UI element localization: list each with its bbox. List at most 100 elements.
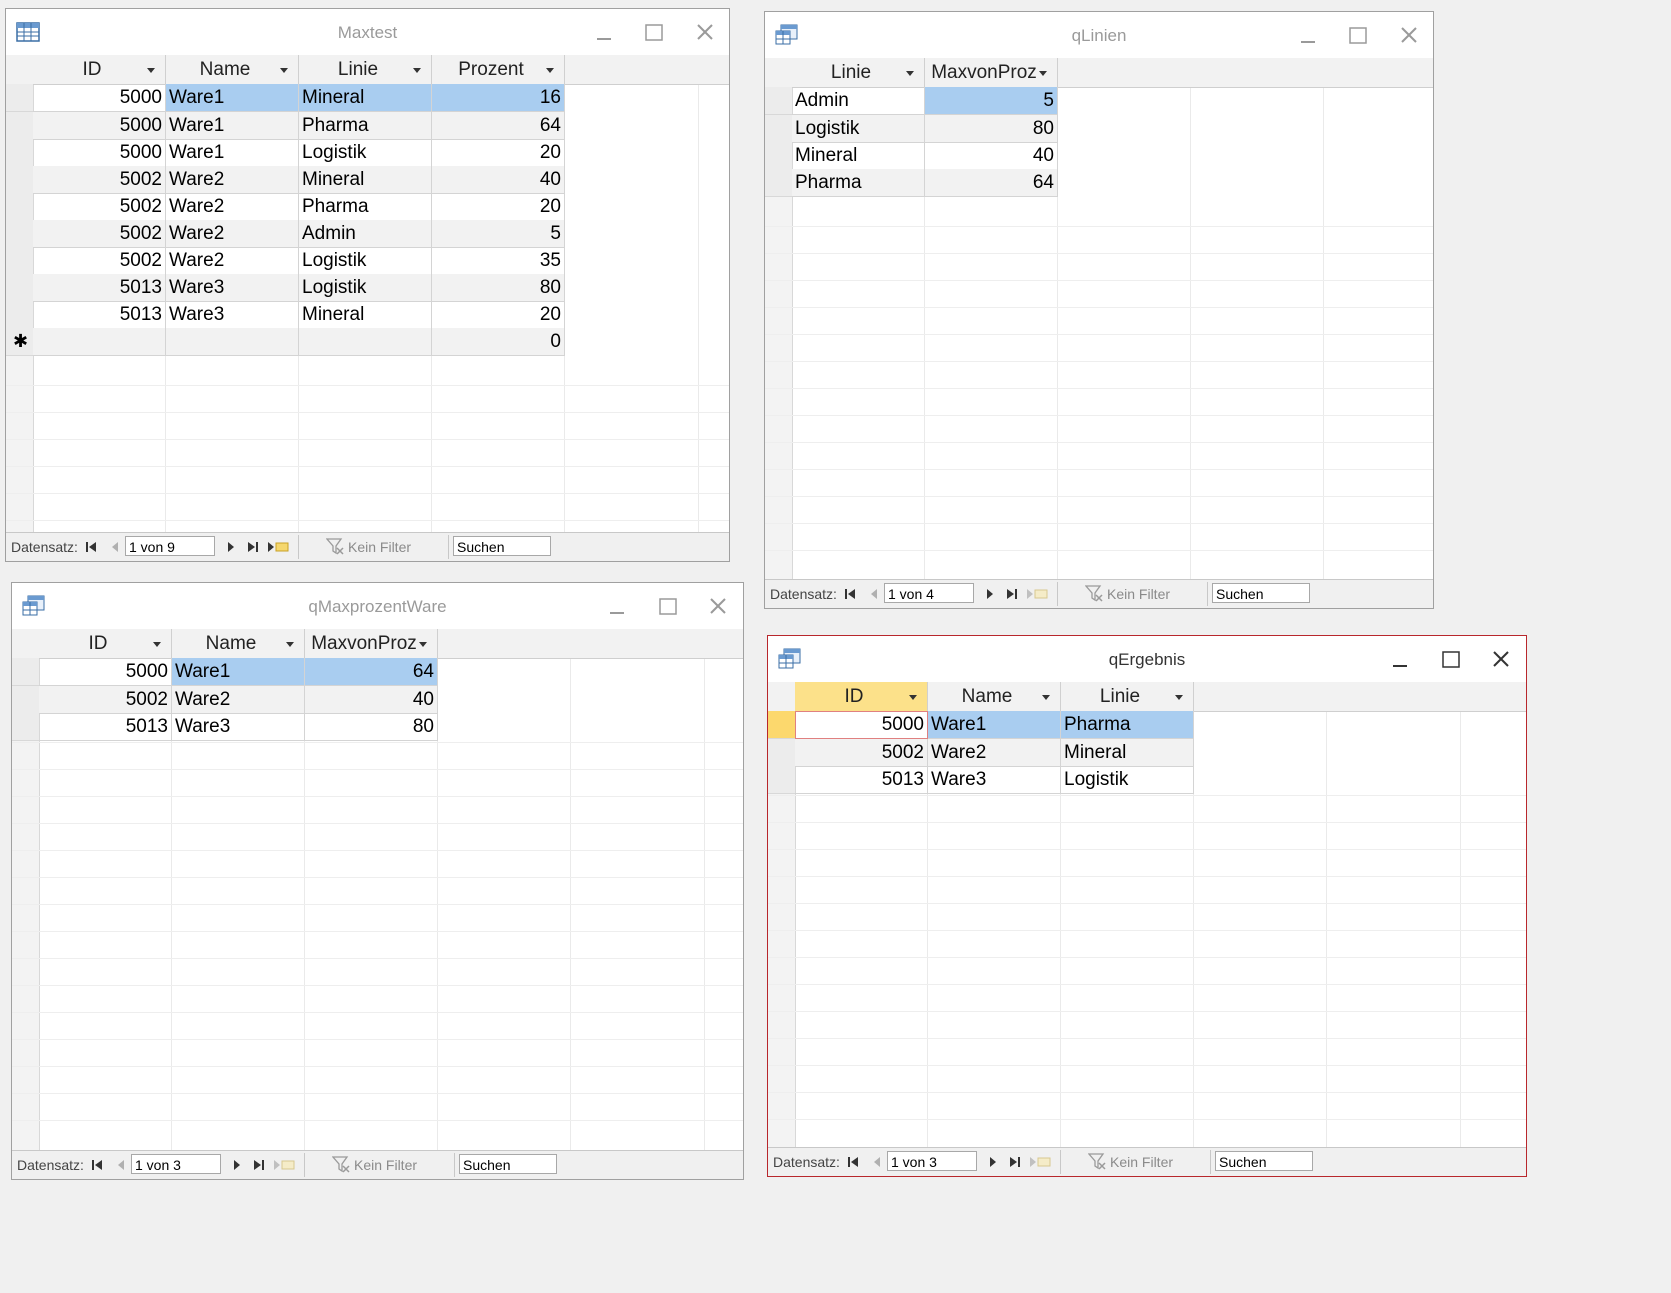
record-selector[interactable] <box>768 711 795 739</box>
record-selector[interactable] <box>768 739 795 767</box>
cell-name[interactable]: Ware2 <box>172 686 305 714</box>
table-row[interactable]: 5002 Ware2 40 <box>12 686 743 714</box>
cell-maxvonproz[interactable]: 64 <box>305 658 438 686</box>
cell-prozent[interactable]: 40 <box>432 166 565 194</box>
table-row[interactable]: 5002 Ware2 Logistik 35 <box>6 247 729 275</box>
close-icon[interactable] <box>1488 646 1514 672</box>
close-icon[interactable] <box>705 593 731 619</box>
window-qmaxprozentware[interactable]: qMaxprozentWare ID Name MaxvonProz 5000 … <box>11 582 744 1180</box>
record-selector[interactable] <box>6 112 33 140</box>
column-header-id[interactable]: ID <box>795 682 928 711</box>
previous-record-icon[interactable] <box>869 589 879 599</box>
record-selector[interactable] <box>6 220 33 248</box>
record-selector[interactable] <box>6 247 33 275</box>
cell-id[interactable]: 5013 <box>33 274 166 302</box>
datasheet-grid[interactable]: ID Name MaxvonProz 5000 Ware1 64 5002 Wa… <box>12 629 743 1151</box>
column-header-name[interactable]: Name <box>928 682 1061 711</box>
table-row[interactable]: 5013 Ware3 Logistik 80 <box>6 274 729 302</box>
cell-maxvonproz[interactable]: 5 <box>925 87 1058 115</box>
cell-name[interactable]: Ware3 <box>166 301 299 329</box>
cell-linie[interactable]: Admin <box>792 87 925 115</box>
cell-linie[interactable]: Mineral <box>1061 739 1194 767</box>
table-row[interactable]: 5013 Ware3 80 <box>12 713 743 741</box>
current-record-field[interactable]: 1 von 4 <box>884 583 974 603</box>
cell-id[interactable]: 5002 <box>39 686 172 714</box>
cell-name[interactable]: Ware2 <box>166 166 299 194</box>
cell-prozent[interactable]: 64 <box>432 112 565 140</box>
cell-id[interactable]: 5000 <box>33 112 166 140</box>
cell-prozent[interactable]: 0 <box>432 328 565 356</box>
cell-maxvonproz[interactable]: 40 <box>925 142 1058 170</box>
cell-linie[interactable]: Admin <box>299 220 432 248</box>
table-row[interactable]: 5002 Ware2 Admin 5 <box>6 220 729 248</box>
cell-linie[interactable]: Logistik <box>792 115 925 143</box>
record-selector[interactable] <box>768 766 795 794</box>
cell-prozent[interactable]: 20 <box>432 301 565 329</box>
cell-linie[interactable]: Mineral <box>792 142 925 170</box>
dropdown-arrow-icon[interactable] <box>1175 695 1183 700</box>
titlebar[interactable]: Maxtest <box>6 9 729 55</box>
cell-name[interactable]: Ware2 <box>166 193 299 221</box>
cell-prozent[interactable]: 35 <box>432 247 565 275</box>
cell-id[interactable]: 5002 <box>33 247 166 275</box>
cell-linie[interactable]: Pharma <box>299 112 432 140</box>
record-selector[interactable] <box>6 139 33 167</box>
record-selector[interactable] <box>12 686 39 714</box>
cell-linie[interactable] <box>299 328 432 356</box>
column-header-id[interactable]: ID <box>33 55 166 84</box>
cell-name[interactable]: Ware1 <box>172 658 305 686</box>
dropdown-arrow-icon[interactable] <box>906 71 914 76</box>
cell-linie[interactable]: Logistik <box>299 274 432 302</box>
search-input[interactable]: Suchen <box>453 536 551 556</box>
cell-name[interactable]: Ware1 <box>166 139 299 167</box>
window-qergebnis[interactable]: qErgebnis ID Name Linie 5000 Ware1 Pharm… <box>767 635 1527 1177</box>
cell-linie[interactable]: Pharma <box>1061 711 1194 739</box>
filter-indicator[interactable]: Kein Filter <box>1088 1148 1198 1176</box>
cell-id[interactable]: 5013 <box>33 301 166 329</box>
first-record-icon[interactable] <box>86 542 96 552</box>
column-header-name[interactable]: Name <box>172 629 305 658</box>
dropdown-arrow-icon[interactable] <box>1042 695 1050 700</box>
maximize-icon[interactable] <box>655 593 681 619</box>
next-record-icon[interactable] <box>985 589 995 599</box>
cell-linie[interactable]: Pharma <box>299 193 432 221</box>
last-record-icon[interactable] <box>254 1160 264 1170</box>
cell-maxvonproz[interactable]: 80 <box>925 115 1058 143</box>
cell-name[interactable]: Ware3 <box>166 274 299 302</box>
new-record-row[interactable]: ✱ 0 <box>6 328 729 356</box>
cell-linie[interactable]: Mineral <box>299 301 432 329</box>
dropdown-arrow-icon[interactable] <box>147 68 155 73</box>
cell-prozent[interactable]: 20 <box>432 139 565 167</box>
dropdown-arrow-icon[interactable] <box>413 68 421 73</box>
minimize-icon[interactable] <box>591 19 617 45</box>
column-header-linie[interactable]: Linie <box>299 55 432 84</box>
cell-name[interactable]: Ware2 <box>928 739 1061 767</box>
cell-name[interactable]: Ware2 <box>166 220 299 248</box>
dropdown-arrow-icon[interactable] <box>419 642 427 647</box>
table-row[interactable]: Pharma 64 <box>765 169 1433 197</box>
datasheet-grid[interactable]: ID Name Linie Prozent 5000 Ware1 Mineral… <box>6 55 729 533</box>
cell-maxvonproz[interactable]: 40 <box>305 686 438 714</box>
record-selector[interactable] <box>12 713 39 741</box>
datasheet-grid[interactable]: ID Name Linie 5000 Ware1 Pharma 5002 War… <box>768 682 1526 1148</box>
column-header-maxvonproz[interactable]: MaxvonProz <box>925 58 1058 87</box>
cell-name[interactable]: Ware1 <box>166 112 299 140</box>
minimize-icon[interactable] <box>604 593 630 619</box>
cell-name[interactable]: Ware1 <box>928 711 1061 739</box>
column-header-id[interactable]: ID <box>39 629 172 658</box>
cell-id[interactable]: 5002 <box>33 220 166 248</box>
cell-linie[interactable]: Logistik <box>299 247 432 275</box>
column-header-name[interactable]: Name <box>166 55 299 84</box>
column-header-maxvonproz[interactable]: MaxvonProz <box>305 629 438 658</box>
first-record-icon[interactable] <box>848 1157 858 1167</box>
window-qlinien[interactable]: qLinien Linie MaxvonProz Admin 5 Logisti… <box>764 11 1434 609</box>
table-row[interactable]: 5000 Ware1 Logistik 20 <box>6 139 729 167</box>
minimize-icon[interactable] <box>1387 646 1413 672</box>
last-record-icon[interactable] <box>1007 589 1017 599</box>
current-record-field[interactable]: 1 von 3 <box>131 1154 221 1174</box>
next-record-icon[interactable] <box>988 1157 998 1167</box>
record-selector[interactable] <box>765 87 792 115</box>
current-record-field[interactable]: 1 von 9 <box>125 536 215 556</box>
cell-linie[interactable]: Logistik <box>299 139 432 167</box>
cell-name[interactable]: Ware3 <box>928 766 1061 794</box>
